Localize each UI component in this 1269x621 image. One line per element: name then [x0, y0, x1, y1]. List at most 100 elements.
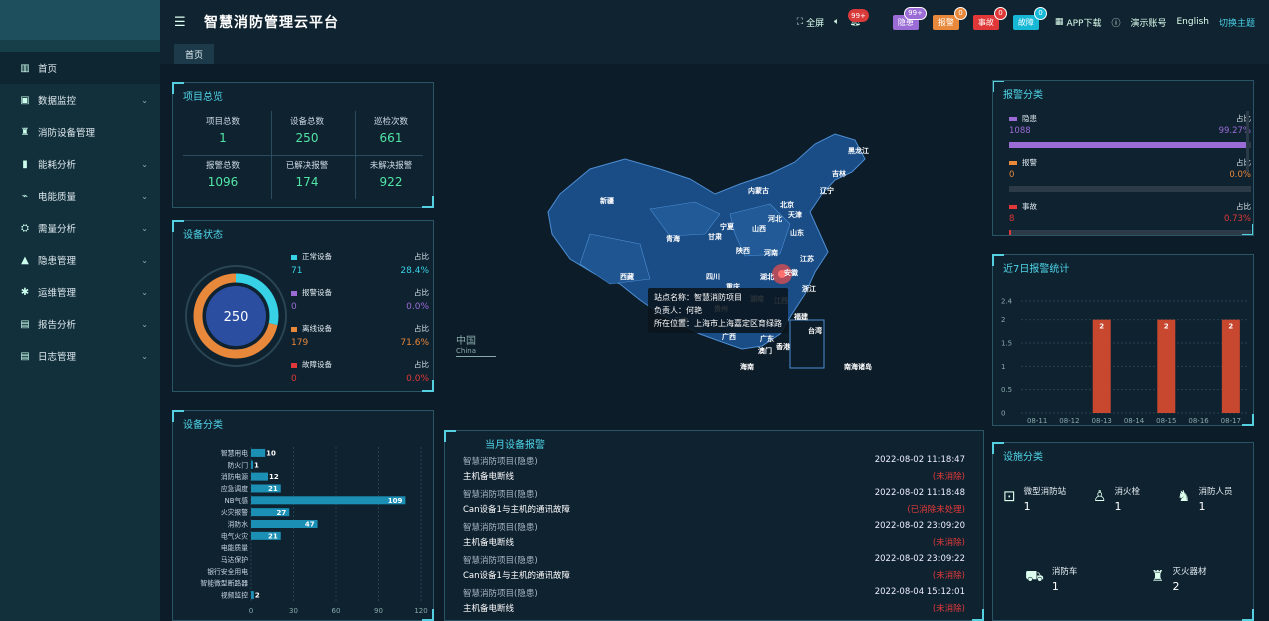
alert-tag-button[interactable]: 故障 0 — [1012, 6, 1047, 30]
bar[interactable] — [251, 591, 254, 600]
stat-label: 项目总数 — [205, 117, 240, 127]
sidebar-item[interactable]: ⌁ 电能质量 ⌄ — [0, 180, 160, 212]
sidebar-item[interactable]: ▮ 能耗分析 ⌄ — [0, 148, 160, 180]
map-region-label: 广东 — [760, 335, 774, 343]
help-button[interactable]: ⓘ — [1111, 16, 1120, 29]
legend-row: 故障设备 占比 0 0.0% — [291, 360, 429, 384]
scrollbar[interactable] — [1246, 111, 1249, 171]
bell-button[interactable]: 🔔︎ 99+ — [848, 9, 869, 27]
bar-value-label: 27 — [277, 509, 287, 517]
language-button[interactable]: English — [1176, 17, 1209, 27]
tab-home[interactable]: 首页 — [174, 44, 214, 64]
map-region-label: 宁夏 — [720, 223, 734, 231]
sidebar-item[interactable]: ▤ 日志管理 ⌄ — [0, 340, 160, 372]
overview-stat: 报警总数 1096 — [183, 155, 263, 199]
bar[interactable] — [1221, 319, 1240, 413]
alarm-item[interactable]: 智慧消防项目(隐患) 2022-08-04 15:12:01 主机备电断线 (未消除) — [463, 587, 965, 620]
map-region-label: 陕西 — [736, 247, 750, 255]
bar[interactable] — [1157, 319, 1176, 413]
legend-swatch — [291, 254, 297, 260]
device-classification-chart: 0 30 60 90 120 智慧用电 10 防火门 1 消防电源 12 应急调度 21 NB气感 109 火… — [200, 447, 428, 615]
sidebar-item-label: 能耗分析 — [38, 160, 77, 171]
alarm-classification-panel: 报警分类 隐患 占比 1088 99.27% 报警 占比 0 0.0% 事故 占比 8 0.73% — [992, 80, 1254, 236]
device-status-donut: 250 — [185, 265, 287, 367]
hydrant-icon: ♙ — [1093, 487, 1107, 505]
map-region-label: 台湾 — [808, 327, 822, 335]
map-region-label: 辽宁 — [820, 187, 834, 195]
progress-fill — [1009, 230, 1011, 235]
app-download-button[interactable]: ▦ APP下载 — [1055, 16, 1102, 29]
app-title: 智慧消防管理云平台 — [204, 15, 339, 31]
facilities-panel: 设施分类 ⊡ 微型消防站 1 ♙ 消火栓 1 ♞ 消防人员 1 ⛟ 消防车 1 ♜ 灭火器材 2 — [992, 442, 1254, 621]
map-region-label: 天津 — [788, 211, 802, 219]
x-tick-label: 0 — [249, 607, 253, 615]
sidebar-strip — [0, 40, 160, 52]
bar[interactable] — [251, 472, 268, 481]
alert-tag-button[interactable]: 报警 0 — [932, 6, 967, 30]
sound-button[interactable]: 🔈︎ — [834, 17, 839, 27]
category-label: 马达保护 — [221, 555, 248, 564]
bar[interactable] — [251, 448, 266, 457]
china-label: 中国 China — [456, 336, 476, 355]
category-label: 消防水 — [228, 520, 249, 529]
demo-account-button[interactable]: 演示账号 — [1130, 16, 1166, 29]
alarm-item[interactable]: 智慧消防项目(隐患) 2022-08-02 11:18:47 主机备电断线 (未消除) — [463, 455, 965, 488]
fullscreen-button[interactable]: ⛶ 全屏 — [797, 16, 824, 29]
chevron-down-icon: ⌄ — [141, 223, 148, 233]
sidebar-item[interactable]: ♜ 消防设备管理 — [0, 116, 160, 148]
alarm-class-row: 事故 占比 8 0.73% — [1009, 201, 1251, 235]
map-region-label: 四川 — [706, 273, 720, 281]
alert-tag-button[interactable]: 事故 0 — [972, 6, 1007, 30]
sidebar-item[interactable]: ✱ 运维管理 ⌄ — [0, 276, 160, 308]
x-tick-label: 08-12 — [1059, 417, 1079, 425]
y-tick-label: 0.5 — [1001, 386, 1012, 394]
tag-badge: 0 — [953, 6, 967, 20]
power-icon: ⌁ — [21, 190, 29, 202]
map-region-label: 福建 — [794, 313, 808, 321]
x-tick-label: 120 — [414, 607, 427, 615]
facility-item: ⛟ 消防车 1 — [1025, 567, 1078, 593]
alarm-item[interactable]: 智慧消防项目(隐患) 2022-08-02 23:09:22 Can设备1与主机的通… — [463, 554, 965, 587]
x-tick-label: 08-14 — [1124, 417, 1145, 425]
weekly-alarms-chart: 0 0.5 1 1.5 2 2.4 08-11 08-12 08-13 2 08-14 08-15 2 0… — [1001, 298, 1247, 425]
bar-value-label: 109 — [388, 497, 403, 505]
bar-value-label: 2 — [1164, 323, 1169, 331]
sidebar-item[interactable]: ▤ 报告分析 ⌄ — [0, 308, 160, 340]
sidebar-item[interactable]: ⛭ 需量分析 ⌄ — [0, 212, 160, 244]
bell-badge: 99+ — [848, 9, 869, 22]
legend-swatch — [1009, 205, 1017, 209]
legend-swatch — [291, 362, 297, 368]
monitor-icon: ▣ — [20, 94, 30, 106]
bar-value-label: 1 — [254, 461, 259, 469]
project-overview-panel: 项目总览 项目总数 1 设备总数 250 巡检次数 661 报警总数 1096 已解决报警 174… — [172, 82, 434, 208]
category-label: 智慧用电 — [221, 448, 248, 457]
map-region-label: 海南 — [740, 363, 754, 371]
alarm-item[interactable]: 智慧消防项目(隐患) 2022-08-02 23:09:20 主机备电断线 (未消除) — [463, 521, 965, 554]
x-tick-label: 08-15 — [1156, 417, 1176, 425]
legend-swatch — [1009, 117, 1017, 121]
sidebar-item[interactable]: ▥ 首页 — [0, 52, 160, 84]
stat-value: 1 — [219, 131, 227, 145]
fire-station-icon: ⊡ — [1003, 487, 1016, 505]
bar[interactable] — [251, 460, 253, 469]
y-tick-label: 0 — [1001, 410, 1005, 418]
menu-toggle-icon[interactable]: ☰ — [174, 15, 188, 30]
map-region-label: 新疆 — [600, 197, 614, 205]
bar[interactable] — [1092, 319, 1111, 413]
alert-tag-button[interactable]: 隐患 99+ — [892, 6, 927, 30]
map-region-label: 安徽 — [784, 269, 798, 277]
x-tick-label: 08-17 — [1221, 417, 1241, 425]
donut-total: 250 — [224, 310, 249, 325]
map-region-label: 黑龙江 — [848, 147, 869, 155]
legend-row: 报警设备 占比 0 0.0% — [291, 288, 429, 312]
panel-title: 项目总览 — [183, 92, 223, 103]
map-region-label: 吉林 — [832, 170, 846, 178]
category-label: 电能质量 — [221, 543, 248, 552]
x-tick-label: 60 — [332, 607, 341, 615]
x-tick-label: 08-16 — [1188, 417, 1209, 425]
switch-theme-link[interactable]: 切换主题 — [1219, 16, 1255, 29]
bar[interactable] — [251, 496, 406, 505]
alarm-item[interactable]: 智慧消防项目(隐患) 2022-08-02 11:18:48 Can设备1与主机的通… — [463, 488, 965, 521]
sidebar-item[interactable]: ▣ 数据监控 ⌄ — [0, 84, 160, 116]
sidebar-item[interactable]: ▲ 隐患管理 ⌄ — [0, 244, 160, 276]
